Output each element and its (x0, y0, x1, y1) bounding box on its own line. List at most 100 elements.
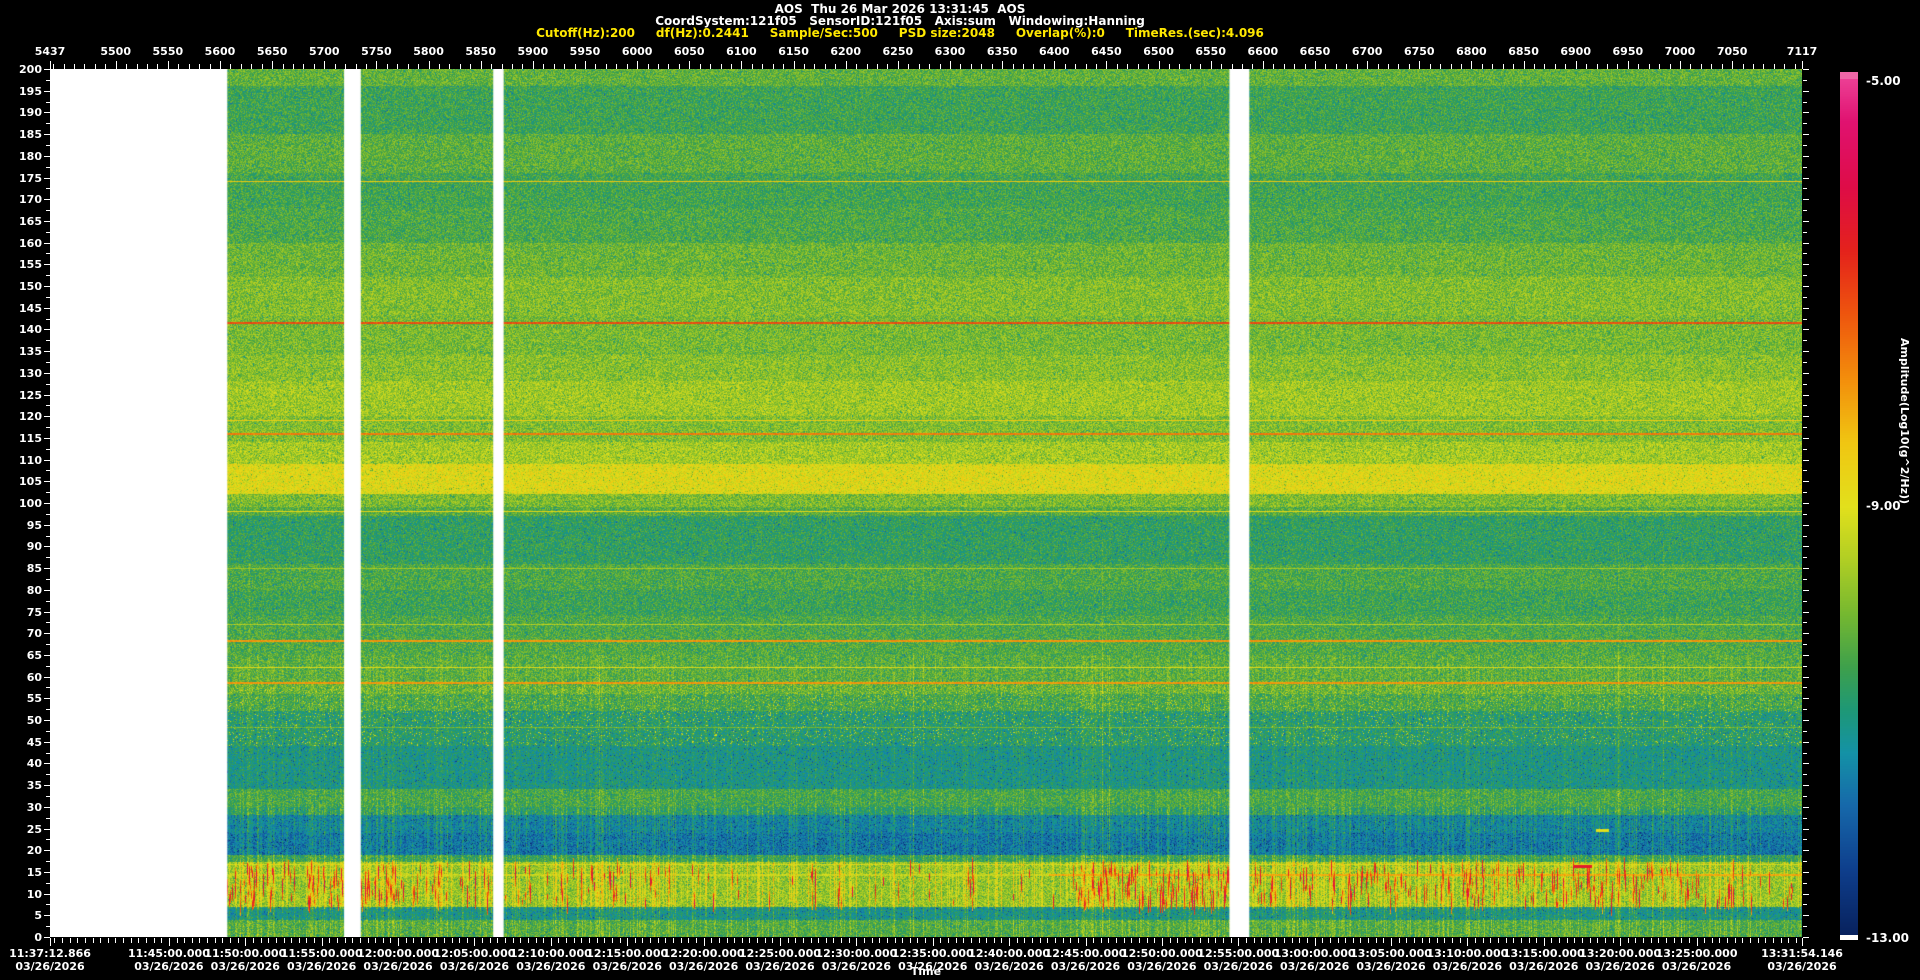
bottom-axis-minor-tick (1100, 938, 1102, 943)
bottom-axis-minor-tick (589, 938, 591, 943)
bottom-axis-time-label: 13:25:00.000 (1655, 947, 1738, 960)
bottom-axis-major-tick (398, 938, 400, 946)
top-axis-label: 6500 (1143, 45, 1174, 58)
bottom-axis-minor-tick (367, 938, 369, 943)
bottom-axis-minor-tick (138, 938, 140, 943)
bottom-axis-minor-tick (1184, 938, 1186, 943)
bottom-axis-minor-tick (1551, 938, 1553, 943)
top-axis-label: 6600 (1247, 45, 1279, 58)
right-axis-minor-tick (1803, 535, 1807, 537)
bottom-axis-minor-tick (100, 938, 102, 943)
right-axis-minor-tick (1803, 752, 1807, 754)
top-axis-label: 6000 (621, 45, 653, 58)
top-axis-major-tick (376, 61, 378, 69)
bottom-axis-minor-tick (107, 938, 109, 943)
bottom-axis-minor-tick (344, 938, 346, 943)
right-axis-major-tick (1803, 112, 1809, 114)
top-axis-label: 5950 (569, 45, 601, 58)
left-axis-label: 125 (19, 388, 42, 402)
bottom-axis-minor-tick (1727, 938, 1729, 943)
bottom-axis-major-tick (627, 938, 629, 946)
right-axis-minor-tick (1803, 361, 1807, 363)
bottom-axis-minor-tick (1001, 938, 1003, 943)
top-axis-label: 5550 (152, 45, 184, 58)
bottom-axis-minor-tick (1329, 938, 1331, 943)
left-axis-label: 135 (19, 345, 42, 359)
bottom-axis-minor-tick (1719, 938, 1721, 943)
right-axis-minor-tick (1803, 340, 1807, 342)
bottom-axis-major-tick (1802, 938, 1803, 946)
bottom-axis-minor-tick (948, 938, 950, 943)
bottom-axis-minor-tick (1421, 938, 1423, 943)
bottom-axis-minor-tick (382, 938, 384, 943)
left-axis-label: 0 (34, 931, 42, 944)
left-axis-label: 65 (26, 648, 42, 662)
bottom-axis-minor-tick (1177, 938, 1179, 943)
right-axis-major-tick (1803, 915, 1809, 917)
bottom-axis-minor-tick (275, 938, 277, 943)
top-axis-major-tick (793, 61, 795, 69)
top-axis-major-tick (428, 61, 430, 69)
bottom-axis-minor-tick (1383, 938, 1385, 943)
bottom-axis-minor-tick (993, 938, 995, 943)
bottom-axis-minor-tick (443, 938, 445, 943)
bottom-axis-minor-tick (520, 938, 522, 943)
top-axis-label: 6750 (1403, 45, 1435, 58)
top-axis-major-tick (741, 61, 743, 69)
right-axis-minor-tick (1803, 188, 1807, 190)
left-axis-label: 170 (19, 193, 42, 207)
bottom-axis-major-tick (168, 938, 170, 946)
bottom-axis-minor-tick (1604, 938, 1606, 943)
left-axis-label: 30 (26, 800, 42, 814)
bottom-axis-minor-tick (230, 938, 232, 943)
amplitude-axis-label: Amplitude(Log10(g^2/Hz)) (1898, 338, 1911, 505)
left-axis-label: 120 (19, 410, 42, 424)
right-axis-major-tick (1803, 633, 1809, 635)
bottom-axis-major-tick (1314, 938, 1316, 946)
bottom-axis-minor-tick (1077, 938, 1079, 943)
bottom-axis-minor-tick (1589, 938, 1591, 943)
left-axis-label: 80 (26, 583, 42, 597)
top-axis-label: 5850 (465, 45, 496, 58)
bottom-axis-minor-tick (497, 938, 499, 943)
spectrogram-plot (50, 69, 1802, 937)
top-axis-major-tick (167, 61, 169, 69)
top-axis-major-tick (1262, 61, 1264, 69)
bottom-axis-minor-tick (306, 938, 308, 943)
bottom-axis-minor-tick (772, 938, 774, 943)
bottom-axis-minor-tick (314, 938, 316, 943)
bottom-axis-minor-tick (642, 938, 644, 943)
bottom-axis-minor-tick (459, 938, 461, 943)
bottom-axis-minor-tick (848, 938, 850, 943)
top-axis-label: 6150 (778, 45, 809, 58)
bottom-axis-minor-tick (818, 938, 820, 943)
right-axis-minor-tick (1803, 861, 1807, 863)
top-axis-major-tick (1679, 61, 1681, 69)
right-axis-major-tick (1803, 850, 1809, 852)
right-axis-major-tick (1803, 785, 1809, 787)
right-axis-major-tick (1803, 828, 1809, 830)
bottom-axis-major-tick (703, 938, 705, 946)
top-axis-label: 6100 (726, 45, 757, 58)
top-axis-label: 6200 (830, 45, 861, 58)
left-axis-label: 175 (19, 171, 42, 185)
bottom-axis-minor-tick (596, 938, 598, 943)
bottom-axis-minor-tick (764, 938, 766, 943)
bottom-axis-major-tick (932, 938, 934, 946)
bottom-axis-minor-tick (466, 938, 468, 943)
bottom-axis-minor-tick (841, 938, 843, 943)
bottom-axis-minor-tick (726, 938, 728, 943)
bottom-axis-minor-tick (62, 938, 63, 943)
right-axis-minor-tick (1803, 557, 1807, 559)
bottom-axis-minor-tick (1559, 938, 1561, 943)
bottom-axis-minor-tick (336, 938, 338, 943)
right-axis-major-tick (1803, 394, 1809, 396)
bottom-axis-minor-tick (1284, 938, 1286, 943)
bottom-axis-minor-tick (1505, 938, 1507, 943)
right-axis-major-tick (1803, 871, 1809, 873)
colorbar (1840, 79, 1858, 935)
bottom-axis-minor-tick (1666, 938, 1667, 943)
bottom-axis-major-tick (856, 938, 858, 946)
right-axis-minor-tick (1803, 470, 1807, 472)
bottom-axis-minor-tick (833, 938, 835, 943)
